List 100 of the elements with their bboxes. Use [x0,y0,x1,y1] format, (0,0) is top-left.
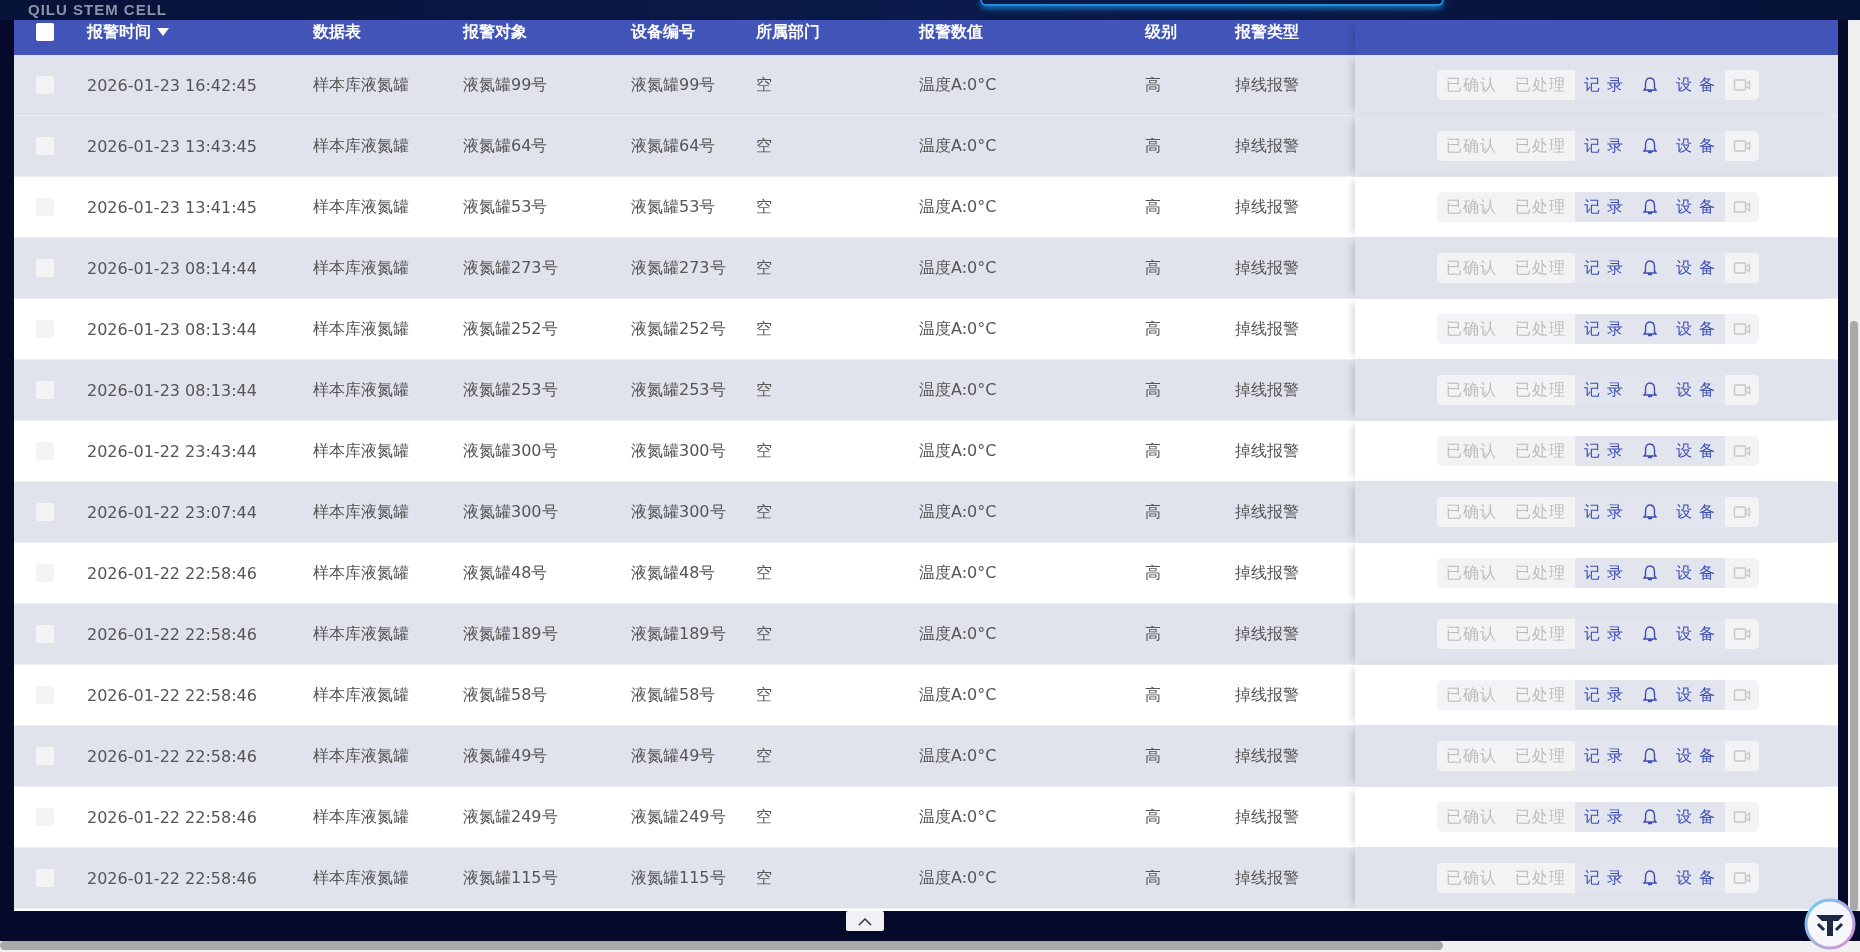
horizontal-scrollbar[interactable] [0,941,1860,952]
action-button[interactable]: 记 录 [1575,863,1634,893]
table-cell: 掉线报警 [1235,501,1299,523]
scrollbar-thumb[interactable] [0,941,1443,950]
action-button[interactable]: 设 备 [1667,70,1726,100]
table-cell: 温度A:0°C [919,684,997,706]
bell-icon [1641,259,1660,277]
brand-title: QILU STEM CELL [28,1,167,19]
bell-icon [1641,564,1660,582]
table-cell: 掉线报警 [1235,440,1299,462]
table-cell: 液氮罐53号 [463,196,548,218]
bell-icon [1641,198,1660,216]
video-camera-icon [1733,442,1752,460]
action-button[interactable]: 设 备 [1667,375,1726,405]
table-cell: 空 [756,501,772,523]
action-button[interactable]: 设 备 [1667,436,1726,466]
video-camera-icon [1733,564,1752,582]
action-button[interactable]: 设 备 [1667,253,1726,283]
sort-down-icon [157,28,169,36]
table-cell: 温度A:0°C [919,806,997,828]
table-cell: 2026-01-23 08:13:44 [87,380,257,400]
action-button[interactable]: 记 录 [1575,680,1634,710]
column-header[interactable]: 级别 [1145,20,1177,44]
logo-icon[interactable] [1804,898,1856,950]
scrollbar-thumb[interactable] [1850,321,1858,911]
action-button[interactable]: 设 备 [1667,619,1726,649]
action-button[interactable]: 记 录 [1575,619,1634,649]
table-cell: 高 [1145,867,1161,889]
column-header[interactable]: 报警数值 [919,20,983,44]
action-button[interactable]: 记 录 [1575,741,1634,771]
table-cell: 空 [756,684,772,706]
table-cell: 空 [756,562,772,584]
action-button[interactable]: 记 录 [1575,131,1634,161]
column-header[interactable]: 报警对象 [463,20,527,44]
table-cell: 温度A:0°C [919,257,997,279]
table-cell: 高 [1145,196,1161,218]
action-button[interactable]: 设 备 [1667,680,1726,710]
action-button[interactable]: 记 录 [1575,192,1634,222]
vertical-scrollbar[interactable] [1848,20,1860,911]
action-button[interactable]: 设 备 [1667,863,1726,893]
checkbox[interactable] [36,22,54,41]
table-cell: 2026-01-22 22:58:46 [87,746,257,766]
action-button[interactable]: 记 录 [1575,253,1634,283]
table-cell: 高 [1145,135,1161,157]
table-cell: 样本库液氮罐 [313,501,409,523]
action-button[interactable]: 设 备 [1667,497,1726,527]
table-cell: 空 [756,74,772,96]
action-button[interactable]: 记 录 [1575,70,1634,100]
table-cell: 样本库液氮罐 [313,196,409,218]
table-cell: 液氮罐48号 [463,562,548,584]
table-cell: 温度A:0°C [919,379,997,401]
table-cell: 温度A:0°C [919,745,997,767]
table-cell: 温度A:0°C [919,135,997,157]
table-cell: 掉线报警 [1235,318,1299,340]
video-camera-icon [1733,381,1752,399]
table-cell: 液氮罐64号 [463,135,548,157]
table-cell: 样本库液氮罐 [313,684,409,706]
table-cell: 液氮罐189号 [631,623,726,645]
action-button[interactable]: 设 备 [1667,131,1726,161]
video-camera-icon [1733,259,1752,277]
table-cell: 空 [756,867,772,889]
action-button[interactable]: 记 录 [1575,375,1634,405]
table-cell: 液氮罐300号 [631,501,726,523]
action-button[interactable]: 设 备 [1667,192,1726,222]
table-cell: 高 [1145,257,1161,279]
table-cell: 液氮罐252号 [631,318,726,340]
table-cell: 液氮罐115号 [463,867,558,889]
action-button[interactable]: 设 备 [1667,558,1726,588]
table-cell: 液氮罐300号 [463,501,558,523]
table-cell: 空 [756,745,772,767]
table-cell: 样本库液氮罐 [313,440,409,462]
action-button[interactable]: 记 录 [1575,802,1634,832]
action-button[interactable]: 记 录 [1575,436,1634,466]
table-cell: 液氮罐300号 [463,440,558,462]
table-cell: 空 [756,135,772,157]
table-cell: 温度A:0°C [919,623,997,645]
column-header[interactable]: 报警时间 [87,20,169,44]
action-button[interactable]: 记 录 [1575,497,1634,527]
table-cell: 空 [756,318,772,340]
column-header[interactable]: 报警类型 [1235,20,1299,44]
collapse-button[interactable] [846,911,884,931]
action-button[interactable]: 记 录 [1575,558,1634,588]
table-cell: 样本库液氮罐 [313,135,409,157]
bell-icon [1641,686,1660,704]
table-cell: 2026-01-22 22:58:46 [87,624,257,644]
bell-icon [1641,381,1660,399]
table-cell: 掉线报警 [1235,196,1299,218]
column-header[interactable]: 数据表 [313,20,361,44]
column-header[interactable]: 所属部门 [756,20,820,44]
column-header[interactable]: 设备编号 [631,20,695,44]
table-cell: 掉线报警 [1235,562,1299,584]
action-button[interactable]: 设 备 [1667,802,1726,832]
action-button[interactable]: 记 录 [1575,314,1634,344]
action-button[interactable]: 设 备 [1667,741,1726,771]
table-cell: 液氮罐58号 [631,684,716,706]
table-cell: 高 [1145,806,1161,828]
action-button[interactable]: 设 备 [1667,314,1726,344]
bell-icon [1641,503,1660,521]
video-camera-icon [1733,869,1752,887]
table-cell: 高 [1145,501,1161,523]
